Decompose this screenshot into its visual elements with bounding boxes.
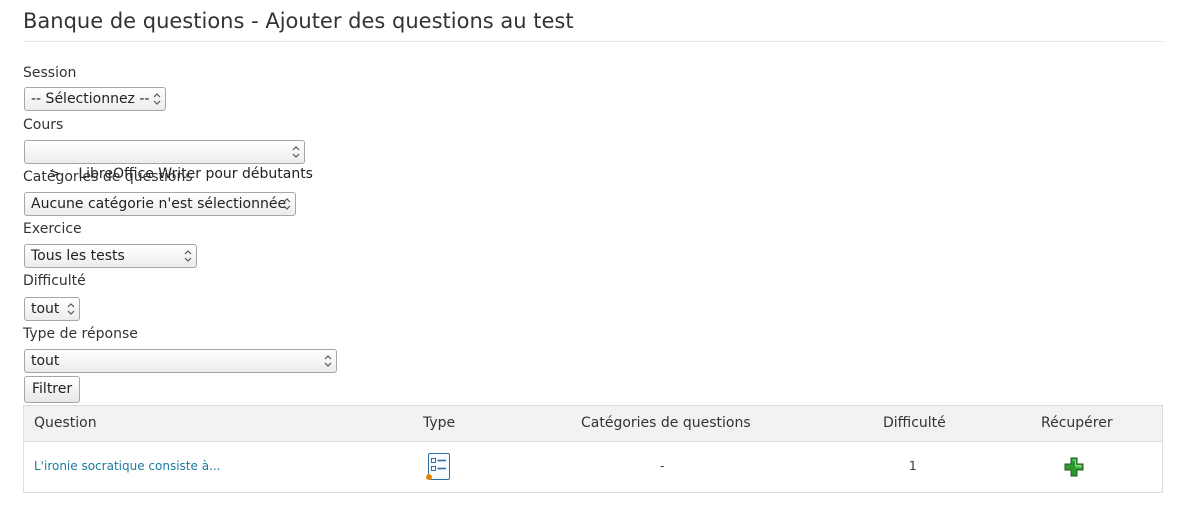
select-arrows-icon [184, 250, 192, 262]
exercise-select[interactable]: Tous les tests [24, 244, 197, 268]
session-select[interactable]: -- Sélectionnez -- [24, 87, 166, 111]
select-arrows-icon [67, 303, 75, 315]
category-select-value: Aucune catégorie n'est sélectionnée [31, 196, 287, 212]
course-select[interactable]: > LibreOffice Writer pour débutants [24, 140, 313, 182]
category-label: Catégories de questions [23, 169, 193, 185]
multiple-choice-icon [426, 453, 450, 480]
select-arrows-icon [292, 146, 300, 158]
answer-type-select[interactable]: tout [24, 349, 337, 373]
categories-value: - [660, 459, 665, 473]
session-label: Session [23, 65, 77, 81]
answer-type-select-value: tout [31, 353, 60, 369]
difficulty-label: Difficulté [23, 273, 86, 289]
header-question: Question [34, 415, 97, 431]
questions-table: Question Type Catégories de questions Di… [23, 405, 1163, 493]
select-arrows-icon [283, 198, 291, 210]
add-plus-icon[interactable] [1064, 457, 1084, 477]
exercise-select-value: Tous les tests [31, 248, 125, 264]
session-select-value: -- Sélectionnez -- [31, 91, 150, 107]
category-select[interactable]: Aucune catégorie n'est sélectionnée [24, 192, 296, 216]
table-header: Question Type Catégories de questions Di… [24, 406, 1162, 442]
difficulty-select[interactable]: tout [24, 297, 80, 321]
page: Banque de questions - Ajouter des questi… [0, 0, 1187, 510]
select-arrows-icon [153, 93, 161, 105]
header-recover: Récupérer [1041, 415, 1113, 431]
select-arrows-icon [324, 355, 332, 367]
course-label: Cours [23, 117, 64, 133]
header-categories: Catégories de questions [581, 415, 751, 431]
header-type: Type [423, 415, 456, 431]
answer-type-label: Type de réponse [23, 326, 138, 342]
filter-button[interactable]: Filtrer [24, 376, 81, 403]
title-divider [23, 41, 1163, 42]
page-title: Banque de questions - Ajouter des questi… [23, 9, 574, 33]
difficulty-value: 1 [909, 459, 917, 473]
difficulty-select-value: tout [31, 301, 60, 317]
header-difficulty: Difficulté [883, 415, 946, 431]
question-link[interactable]: L'ironie socratique consiste à... [34, 459, 221, 473]
exercise-label: Exercice [23, 221, 82, 237]
